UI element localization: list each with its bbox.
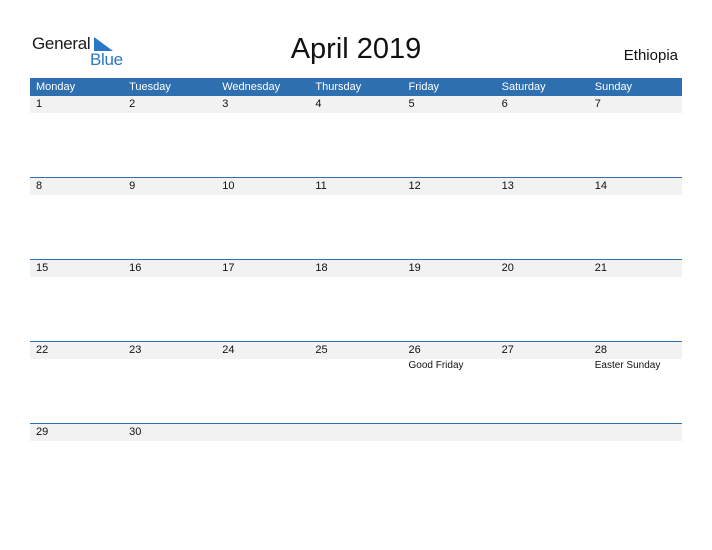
day-number: 7 [594, 98, 601, 110]
holiday-label [496, 359, 589, 373]
page-title: April 2019 [290, 33, 422, 65]
weekday-friday: Friday [408, 81, 440, 93]
holiday-label [30, 359, 123, 373]
day-number: 6 [501, 98, 508, 110]
day-number: 14 [594, 180, 607, 192]
day-number: 1 [36, 98, 43, 110]
day-number-strip: 22 23 24 25 26 27 28 [30, 342, 682, 359]
day-number-strip: 8 9 10 11 12 13 14 [30, 178, 682, 195]
day-number [496, 424, 589, 441]
day-number: 12 [408, 180, 421, 192]
week-row: 8 9 10 11 12 13 14 [30, 177, 682, 259]
day-number: 5 [408, 98, 415, 110]
day-number: 16 [129, 262, 142, 274]
holiday-label: Good Friday [408, 360, 464, 371]
weeks-container: 1 2 3 4 5 6 7 8 9 10 11 12 13 14 15 16 17 18 19 20 21 22 23 24 2… [30, 96, 682, 505]
week-row: 22 23 24 25 26 27 28 Good Friday Easter Sunday [30, 341, 682, 423]
day-number: 11 [315, 180, 327, 192]
day-number: 19 [408, 262, 421, 274]
calendar-grid: Monday Tuesday Wednesday Thursday Friday… [30, 78, 682, 505]
holiday-label: Easter Sunday [594, 360, 661, 371]
day-number: 21 [594, 262, 607, 274]
day-number: 9 [129, 180, 136, 192]
day-number: 26 [408, 344, 421, 356]
week-row: 1 2 3 4 5 6 7 [30, 96, 682, 177]
weekday-thursday: Thursday [315, 81, 362, 93]
day-number: 4 [315, 98, 322, 110]
day-number [403, 424, 496, 441]
holiday-row: Good Friday Easter Sunday [30, 359, 682, 373]
day-number: 25 [315, 344, 328, 356]
day-number: 2 [129, 98, 136, 110]
day-number: 18 [315, 262, 328, 274]
week-row: 15 16 17 18 19 20 21 [30, 259, 682, 341]
day-number-strip: 1 2 3 4 5 6 7 [30, 96, 682, 113]
weekday-sunday: Sunday [594, 81, 633, 93]
day-number [309, 424, 402, 441]
day-number: 13 [501, 180, 514, 192]
day-number: 22 [36, 344, 49, 356]
day-number [216, 424, 309, 441]
day-number-strip: 15 16 17 18 19 20 21 [30, 260, 682, 277]
week-row: 29 30 [30, 423, 682, 505]
day-number: 20 [501, 262, 514, 274]
day-number: 23 [129, 344, 142, 356]
country-label: Ethiopia [623, 47, 678, 64]
day-number: 27 [501, 344, 514, 356]
holiday-label [123, 359, 216, 373]
day-number: 15 [36, 262, 49, 274]
weekday-wednesday: Wednesday [222, 81, 281, 93]
day-number [589, 424, 682, 441]
weekday-monday: Monday [36, 81, 76, 93]
weekday-saturday: Saturday [501, 81, 546, 93]
day-number: 17 [222, 262, 235, 274]
day-number-strip: 29 30 [30, 424, 682, 441]
weekday-tuesday: Tuesday [129, 81, 171, 93]
day-number: 30 [129, 426, 142, 438]
day-number: 8 [36, 180, 43, 192]
day-number: 24 [222, 344, 235, 356]
day-number: 10 [222, 180, 235, 192]
day-number: 3 [222, 98, 229, 110]
holiday-label [216, 359, 309, 373]
holiday-label [309, 359, 402, 373]
weekday-header: Monday Tuesday Wednesday Thursday Friday… [30, 78, 682, 96]
day-number: 29 [36, 426, 49, 438]
day-number: 28 [594, 344, 607, 356]
